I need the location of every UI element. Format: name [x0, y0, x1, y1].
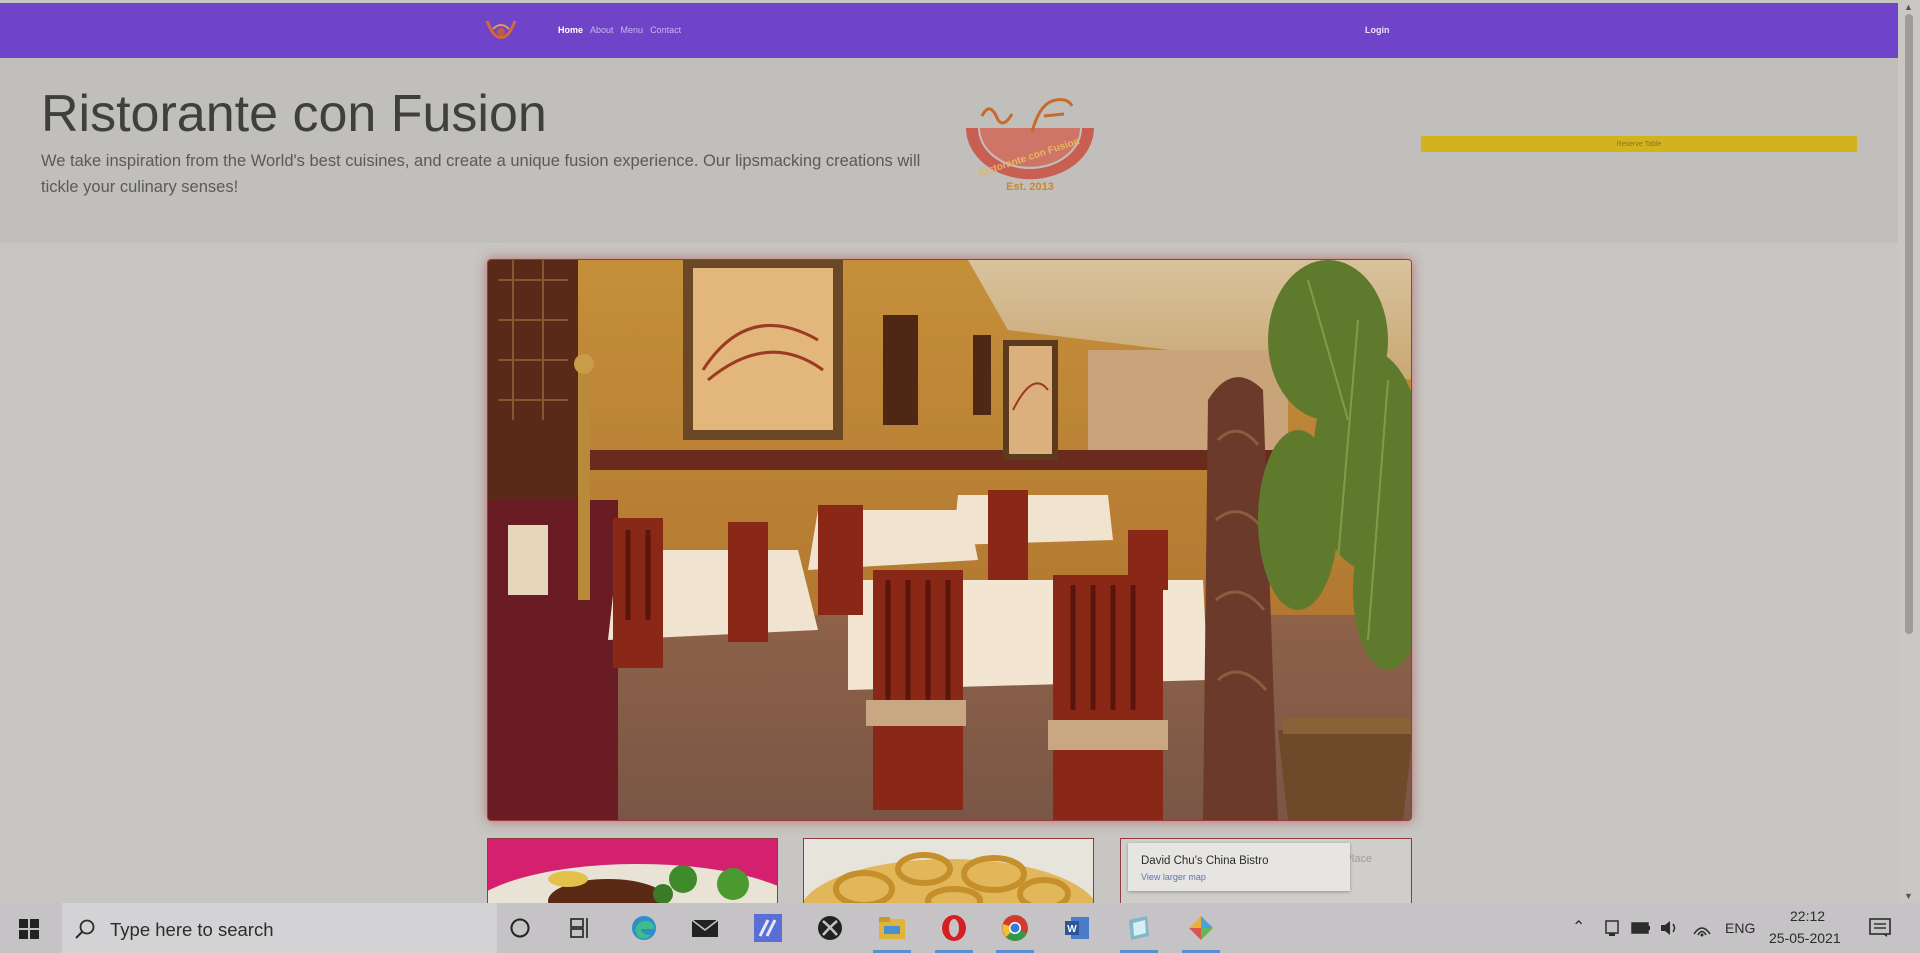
- xbox-icon[interactable]: [816, 914, 844, 942]
- promotion-image: [804, 839, 1093, 903]
- nav-about[interactable]: About: [590, 25, 614, 35]
- cortana-icon[interactable]: [506, 914, 534, 942]
- restaurant-carousel-image[interactable]: [487, 259, 1412, 821]
- paint-icon[interactable]: [1187, 914, 1215, 942]
- clock-date[interactable]: 25-05-2021: [1769, 930, 1841, 946]
- svg-text:W: W: [1067, 924, 1077, 935]
- restaurant-logo: Ristorante con Fusion Est. 2013: [966, 98, 1094, 193]
- network-adapter-icon[interactable]: [1603, 919, 1621, 937]
- edge-icon[interactable]: [630, 914, 658, 942]
- search-placeholder: Type here to search: [110, 919, 274, 940]
- windows-taskbar: Type here to search W ⌃ ENG 22:12 25-05-…: [0, 903, 1920, 953]
- promotion-card[interactable]: [803, 838, 1094, 903]
- notepad-icon[interactable]: [1125, 914, 1153, 942]
- map-place-title: David Chu's China Bistro: [1141, 855, 1269, 867]
- task-view-icon[interactable]: [566, 914, 594, 942]
- dish-card[interactable]: [487, 838, 778, 903]
- volume-icon[interactable]: [1659, 918, 1679, 938]
- windows-start-icon[interactable]: [19, 919, 39, 939]
- reserve-table-label: Reserve Table: [1616, 140, 1662, 148]
- chrome-icon[interactable]: [1001, 914, 1029, 942]
- notifications-icon[interactable]: [1869, 918, 1891, 938]
- show-hidden-icons-icon[interactable]: ⌃: [1572, 917, 1585, 937]
- battery-icon[interactable]: [1631, 921, 1651, 935]
- file-explorer-icon[interactable]: [878, 914, 906, 942]
- clock-time[interactable]: 22:12: [1790, 908, 1825, 924]
- logo-est-text: Est. 2013: [1006, 181, 1054, 193]
- app-icon[interactable]: [754, 914, 782, 942]
- nav-menu[interactable]: Menu: [621, 25, 644, 35]
- jumbotron: Ristorante con Fusion We take inspiratio…: [0, 58, 1898, 243]
- browser-page: Home About Menu Contact Login Ristorante…: [0, 0, 1898, 903]
- language-indicator[interactable]: ENG: [1725, 920, 1755, 936]
- dish-image: [488, 839, 777, 903]
- page-scrollbar[interactable]: ▲ ▼: [1898, 0, 1920, 903]
- scrollbar-thumb[interactable]: [1905, 14, 1913, 634]
- opera-icon[interactable]: [940, 914, 968, 942]
- restaurant-interior-image: [488, 260, 1411, 820]
- nav-links: Home About Menu Contact: [558, 25, 681, 35]
- mail-icon[interactable]: [691, 914, 719, 942]
- page-title: Ristorante con Fusion: [41, 85, 547, 143]
- brand-logo-icon[interactable]: [484, 13, 518, 43]
- scroll-down-icon[interactable]: ▼: [1904, 891, 1913, 901]
- search-icon: [75, 919, 95, 939]
- reserve-table-button[interactable]: Reserve Table: [1421, 136, 1857, 152]
- view-larger-map-link[interactable]: View larger map: [1141, 872, 1206, 882]
- login-link[interactable]: Login: [1365, 25, 1390, 35]
- wifi-icon[interactable]: [1692, 918, 1712, 938]
- navbar: Home About Menu Contact Login: [0, 3, 1898, 58]
- map-card[interactable]: k Place David Chu's China Bistro View la…: [1120, 838, 1412, 903]
- map-info-popup: David Chu's China Bistro View larger map: [1128, 843, 1350, 891]
- nav-contact[interactable]: Contact: [650, 25, 681, 35]
- nav-home[interactable]: Home: [558, 25, 583, 35]
- scroll-up-icon[interactable]: ▲: [1904, 2, 1913, 12]
- taskbar-search-box[interactable]: Type here to search: [62, 903, 497, 953]
- word-icon[interactable]: W: [1063, 914, 1091, 942]
- intro-text: We take inspiration from the World's bes…: [41, 152, 921, 196]
